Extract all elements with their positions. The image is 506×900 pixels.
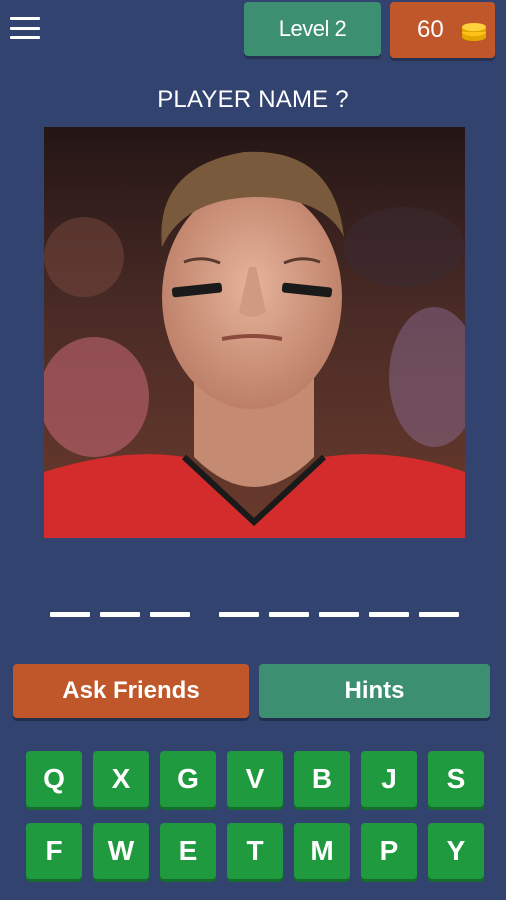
letter-key[interactable]: Y (428, 823, 484, 879)
answer-slot (50, 612, 90, 617)
coin-stack-icon (462, 23, 486, 41)
answer-slot (100, 612, 140, 617)
player-photo (44, 127, 465, 538)
level-button[interactable]: Level 2 (244, 2, 381, 56)
letter-key[interactable]: X (93, 751, 149, 807)
answer-slot (219, 612, 259, 617)
answer-slot (319, 612, 359, 617)
letter-key[interactable]: S (428, 751, 484, 807)
coins-count: 60 (417, 16, 444, 43)
coins-button[interactable]: 60 (390, 2, 495, 58)
letter-key[interactable]: M (294, 823, 350, 879)
answer-slots (0, 612, 506, 624)
hints-button[interactable]: Hints (259, 664, 490, 718)
letter-key[interactable]: B (294, 751, 350, 807)
letter-key[interactable]: J (361, 751, 417, 807)
letter-key[interactable]: G (160, 751, 216, 807)
answer-slot (269, 612, 309, 617)
ask-friends-button[interactable]: Ask Friends (13, 664, 249, 718)
menu-icon[interactable] (10, 15, 40, 41)
question-prompt: PLAYER NAME ? (157, 86, 349, 113)
letter-key[interactable]: E (160, 823, 216, 879)
letter-key[interactable]: W (93, 823, 149, 879)
letter-key[interactable]: V (227, 751, 283, 807)
letter-key[interactable]: F (26, 823, 82, 879)
answer-slot (369, 612, 409, 617)
answer-slot (150, 612, 190, 617)
letter-key[interactable]: P (361, 823, 417, 879)
letter-key[interactable]: T (227, 823, 283, 879)
answer-slot (419, 612, 459, 617)
letter-key[interactable]: Q (26, 751, 82, 807)
